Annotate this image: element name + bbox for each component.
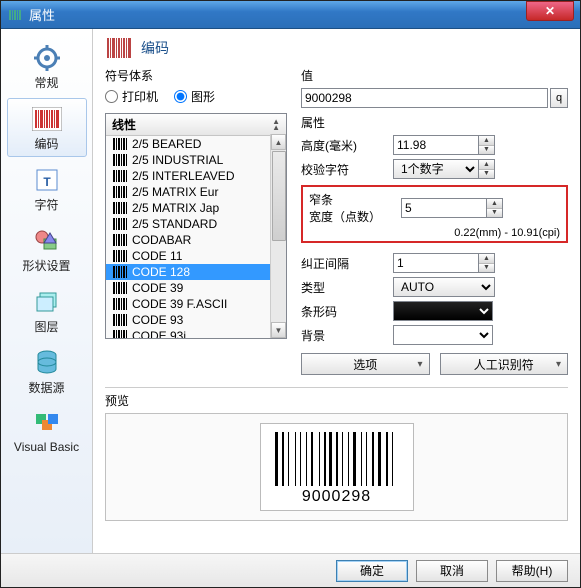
- scroll-up-button[interactable]: ▲: [271, 134, 286, 150]
- text-icon: T: [31, 166, 63, 194]
- narrow-bar-label: 窄条宽度（点数）: [309, 191, 401, 225]
- sidebar-item-label: 常规: [34, 74, 58, 91]
- list-header[interactable]: 线性 ▲▲: [106, 114, 286, 136]
- sidebar-item-character[interactable]: T 字符: [7, 159, 87, 218]
- radio-graphic[interactable]: 图形: [174, 88, 215, 105]
- height-label: 高度(毫米): [301, 137, 393, 154]
- sidebar-item-encoding[interactable]: 编码: [7, 98, 87, 157]
- sidebar-item-general[interactable]: 常规: [7, 37, 87, 96]
- sidebar-item-vb[interactable]: Visual Basic: [7, 403, 87, 459]
- sidebar-item-label: 字符: [34, 196, 58, 213]
- value-input[interactable]: [301, 88, 548, 108]
- list-item[interactable]: 2/5 MATRIX Jap: [106, 200, 286, 216]
- list-item[interactable]: 2/5 MATRIX Eur: [106, 184, 286, 200]
- section-header: 编码: [105, 37, 568, 59]
- scroll-thumb[interactable]: [272, 151, 286, 241]
- shapes-icon: [31, 227, 63, 255]
- list-item[interactable]: 2/5 BEARED: [106, 136, 286, 152]
- correction-input[interactable]: [393, 253, 479, 273]
- narrow-bar-spinner[interactable]: ▲▼: [487, 198, 503, 218]
- barcode-color-label: 条形码: [301, 303, 393, 320]
- barcode-preview: 9000298: [260, 423, 414, 511]
- list-item[interactable]: CODABAR: [106, 232, 286, 248]
- barcode-icon: [31, 105, 63, 133]
- background-color-select[interactable]: [393, 325, 493, 345]
- barcode-color-select[interactable]: [393, 301, 493, 321]
- height-spinner[interactable]: ▲▼: [479, 135, 495, 155]
- sidebar-item-label: 图层: [34, 318, 58, 335]
- sidebar: 常规 编码 T 字符 形状设置 图层 数据源 Visual Basic: [1, 29, 93, 553]
- window-title: 属性: [29, 5, 526, 24]
- type-select[interactable]: AUTO: [393, 277, 495, 297]
- layers-icon: [31, 288, 63, 316]
- list-item[interactable]: 2/5 STANDARD: [106, 216, 286, 232]
- preview-box: 9000298: [105, 413, 568, 521]
- list-item[interactable]: CODE 11: [106, 248, 286, 264]
- sidebar-item-label: 编码: [34, 135, 58, 152]
- value-lookup-button[interactable]: q: [550, 88, 568, 108]
- preview-label: 预览: [105, 392, 568, 409]
- narrow-bar-range: 0.22(mm) - 10.91(cpi): [309, 227, 560, 239]
- main-panel: 编码 符号体系 打印机 图形 线性 ▲▲ 2/5 BEARED2/5 INDUS…: [93, 29, 580, 553]
- close-button[interactable]: ✕: [526, 1, 574, 21]
- symbology-list[interactable]: 线性 ▲▲ 2/5 BEARED2/5 INDUSTRIAL2/5 INTERL…: [105, 113, 287, 339]
- barcode-text: 9000298: [302, 488, 371, 506]
- list-item[interactable]: CODE 39: [106, 280, 286, 296]
- sidebar-item-layer[interactable]: 图层: [7, 281, 87, 340]
- list-item[interactable]: 2/5 INDUSTRIAL: [106, 152, 286, 168]
- help-button[interactable]: 帮助(H): [496, 560, 568, 582]
- radio-printer[interactable]: 打印机: [105, 88, 158, 105]
- ok-button[interactable]: 确定: [336, 560, 408, 582]
- scroll-down-button[interactable]: ▼: [271, 322, 286, 338]
- height-input[interactable]: [393, 135, 479, 155]
- svg-text:T: T: [43, 175, 51, 189]
- human-readable-button[interactable]: 人工识别符: [440, 353, 569, 375]
- properties-label: 属性: [301, 114, 568, 131]
- dialog-footer: 确定 取消 帮助(H): [1, 553, 580, 587]
- correction-label: 纠正间隔: [301, 255, 393, 272]
- scrollbar[interactable]: ▲ ▼: [270, 134, 286, 338]
- list-item[interactable]: CODE 93i: [106, 328, 286, 339]
- sidebar-item-datasource[interactable]: 数据源: [7, 342, 87, 401]
- symbol-family-label: 符号体系: [105, 67, 287, 84]
- gear-icon: [31, 44, 63, 72]
- check-char-label: 校验字符: [301, 161, 393, 178]
- list-item[interactable]: 2/5 INTERLEAVED: [106, 168, 286, 184]
- correction-spinner[interactable]: ▲▼: [479, 253, 495, 273]
- window-icon: [7, 7, 23, 23]
- title-bar: 属性 ✕: [1, 1, 580, 29]
- narrow-bar-highlight: 窄条宽度（点数） ▲▼ 0.22(mm) - 10.91(cpi): [301, 185, 568, 243]
- list-item[interactable]: CODE 128: [106, 264, 286, 280]
- sidebar-item-shape[interactable]: 形状设置: [7, 220, 87, 279]
- value-label: 值: [301, 67, 568, 84]
- section-title: 编码: [141, 38, 169, 58]
- background-color-label: 背景: [301, 327, 393, 344]
- separator: [105, 387, 568, 388]
- type-label: 类型: [301, 279, 393, 296]
- vb-icon: [31, 410, 63, 438]
- collapse-arrows-icon: ▲▲: [272, 119, 280, 131]
- narrow-bar-input[interactable]: [401, 198, 487, 218]
- barcode-icon: [105, 37, 133, 59]
- sidebar-item-label: Visual Basic: [14, 440, 79, 454]
- check-char-spinner[interactable]: ▲▼: [479, 159, 495, 179]
- sidebar-item-label: 数据源: [28, 379, 64, 396]
- check-char-select[interactable]: 1个数字: [393, 159, 479, 179]
- sidebar-item-label: 形状设置: [22, 257, 70, 274]
- database-icon: [31, 349, 63, 377]
- cancel-button[interactable]: 取消: [416, 560, 488, 582]
- list-item[interactable]: CODE 39 F.ASCII: [106, 296, 286, 312]
- options-button[interactable]: 选项: [301, 353, 430, 375]
- list-item[interactable]: CODE 93: [106, 312, 286, 328]
